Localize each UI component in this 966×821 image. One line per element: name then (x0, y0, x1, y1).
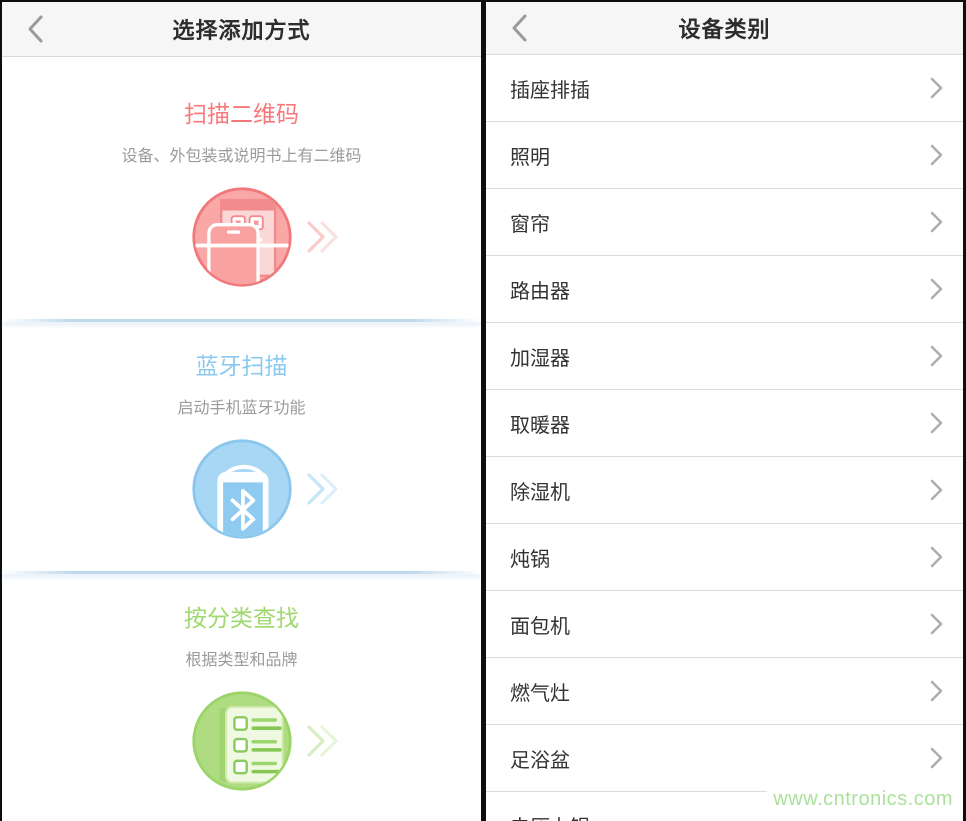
list-item-gasstove[interactable]: 燃气灶 (486, 658, 963, 725)
watermark: www.cntronics.com (767, 777, 963, 821)
chevron-right-icon (930, 345, 943, 367)
list-item-lighting[interactable]: 照明 (486, 122, 963, 189)
category-list-icon (190, 689, 294, 793)
list-item-breadmaker[interactable]: 面包机 (486, 591, 963, 658)
method-title: 蓝牙扫描 (2, 353, 481, 381)
chevron-right-icon (930, 77, 943, 99)
chevron-left-icon (26, 14, 44, 44)
watermark-text: www.cntronics.com (773, 788, 953, 811)
category-list: 插座排插 照明 窗帘 路由器 加湿器 取暖器 (486, 55, 963, 821)
list-item-dehumidifier[interactable]: 除湿机 (486, 457, 963, 524)
back-button[interactable] (26, 14, 44, 44)
left-appbar: 选择添加方式 (2, 2, 481, 57)
method-scan-qr[interactable]: 扫描二维码 设备、外包装或说明书上有二维码 (2, 57, 481, 319)
method-title: 按分类查找 (2, 605, 481, 633)
list-item-stewpot[interactable]: 炖锅 (486, 524, 963, 591)
chevron-right-icon (930, 412, 943, 434)
list-item-socket[interactable]: 插座排插 (486, 55, 963, 122)
chevron-right-icon (930, 479, 943, 501)
chevron-right-icon (930, 278, 943, 300)
chevron-right-icon (930, 613, 943, 635)
right-appbar: 设备类别 (486, 2, 963, 55)
add-method-screen: 选择添加方式 扫描二维码 设备、外包装或说明书上有二维码 (0, 2, 481, 821)
method-find-by-category[interactable]: 按分类查找 根据类型和品牌 (2, 574, 481, 821)
page-title: 选择添加方式 (172, 13, 310, 45)
chevron-right-icon (930, 144, 943, 166)
double-chevron-icon (306, 722, 340, 760)
method-subtitle: 启动手机蓝牙功能 (2, 394, 481, 418)
method-subtitle: 根据类型和品牌 (2, 646, 481, 670)
list-item-router[interactable]: 路由器 (486, 256, 963, 323)
qr-scan-icon (190, 185, 294, 289)
chevron-right-icon (930, 747, 943, 769)
chevron-left-icon (510, 13, 528, 43)
device-category-screen: 设备类别 插座排插 照明 窗帘 路由器 加湿器 (486, 2, 966, 821)
method-bluetooth-scan[interactable]: 蓝牙扫描 启动手机蓝牙功能 (2, 322, 481, 571)
list-item-heater[interactable]: 取暖器 (486, 390, 963, 457)
chevron-right-icon (930, 680, 943, 702)
method-subtitle: 设备、外包装或说明书上有二维码 (2, 142, 481, 166)
bluetooth-scan-icon (190, 437, 294, 541)
double-chevron-icon (306, 470, 340, 508)
chevron-right-icon (930, 546, 943, 568)
list-item-humidifier[interactable]: 加湿器 (486, 323, 963, 390)
back-button[interactable] (510, 13, 528, 43)
list-item-curtain[interactable]: 窗帘 (486, 189, 963, 256)
page-title: 设备类别 (678, 12, 770, 44)
dual-screenshot: 选择添加方式 扫描二维码 设备、外包装或说明书上有二维码 (0, 0, 966, 821)
method-title: 扫描二维码 (2, 101, 481, 129)
double-chevron-icon (306, 218, 340, 256)
chevron-right-icon (930, 211, 943, 233)
